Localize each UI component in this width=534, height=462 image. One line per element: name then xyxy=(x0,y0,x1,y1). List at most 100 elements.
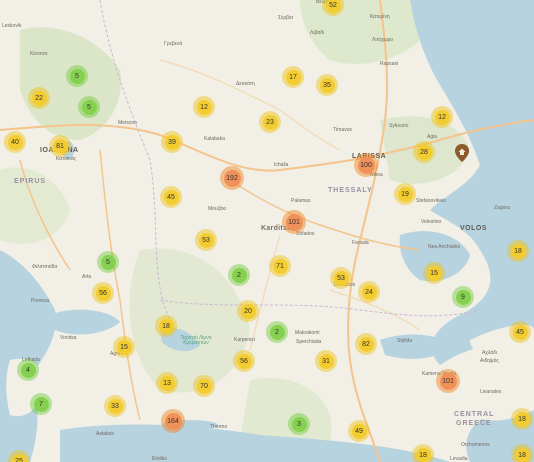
cluster-marker[interactable]: 4 xyxy=(17,359,39,381)
cluster-marker[interactable]: 5 xyxy=(66,65,88,87)
cluster-count: 45 xyxy=(163,189,179,205)
cluster-marker[interactable]: 9 xyxy=(452,286,474,308)
cluster-count: 5 xyxy=(81,99,97,115)
cluster-count: 101 xyxy=(285,213,303,231)
place-label: Leskovik xyxy=(2,23,22,29)
region-label: THESSALY xyxy=(328,187,373,194)
city-label: VOLOS xyxy=(460,225,488,232)
place-label: Αιδηψός xyxy=(480,358,499,364)
cluster-marker[interactable]: 2 xyxy=(228,264,250,286)
cluster-count: 15 xyxy=(426,265,442,281)
cluster-marker[interactable]: 82 xyxy=(355,333,377,355)
place-label: Δεσκάτη xyxy=(236,81,255,87)
cluster-marker[interactable]: 18 xyxy=(507,240,529,262)
cluster-count: 4 xyxy=(20,362,36,378)
region-label: EPIRUS xyxy=(14,178,47,185)
cluster-marker[interactable]: 20 xyxy=(237,300,259,322)
cluster-marker[interactable]: 71 xyxy=(269,255,291,277)
place-label: Stylida xyxy=(397,338,413,344)
cluster-marker[interactable]: 101 xyxy=(436,369,460,393)
cluster-count: 70 xyxy=(196,378,212,394)
cluster-marker[interactable]: 40 xyxy=(4,131,26,153)
cluster-count: 31 xyxy=(318,353,334,369)
place-label: Sykourio xyxy=(389,123,409,129)
cluster-marker[interactable]: 35 xyxy=(316,74,338,96)
cluster-marker[interactable]: 33 xyxy=(104,395,126,417)
place-label: Thermo xyxy=(210,424,228,430)
cluster-marker[interactable]: 31 xyxy=(315,350,337,372)
cluster-count: 5 xyxy=(69,68,85,84)
cluster-count: 18 xyxy=(510,243,526,259)
cluster-count: 2 xyxy=(231,267,247,283)
cluster-marker[interactable]: 13 xyxy=(156,372,178,394)
place-label: Vonitsa xyxy=(60,335,77,341)
place-label: Φιλιππιάδα xyxy=(32,264,58,270)
place-label: Makrakomi xyxy=(295,330,320,336)
cluster-marker[interactable]: 70 xyxy=(193,375,215,397)
place-label: Palamas xyxy=(291,198,311,204)
cluster-marker[interactable]: 24 xyxy=(358,281,380,303)
cluster-marker[interactable]: 100 xyxy=(354,153,378,177)
cluster-marker[interactable]: 18 xyxy=(511,444,533,462)
place-label: Γρεβενά xyxy=(164,41,183,47)
cluster-count: 82 xyxy=(358,336,374,352)
cluster-count: 12 xyxy=(196,99,212,115)
place-label: Σέρβια xyxy=(278,15,294,21)
cluster-marker[interactable]: 53 xyxy=(330,267,352,289)
cluster-marker[interactable]: 15 xyxy=(423,262,445,284)
place-label: Κατερίνη xyxy=(370,14,390,20)
cluster-count: 22 xyxy=(31,90,47,106)
cluster-count: 24 xyxy=(361,284,377,300)
cluster-marker[interactable]: 7 xyxy=(30,393,52,415)
cluster-marker[interactable]: 49 xyxy=(348,420,370,442)
cluster-marker[interactable]: 56 xyxy=(92,282,114,304)
cluster-marker[interactable]: 5 xyxy=(97,251,119,273)
place-label: Stefanovikeio xyxy=(416,198,447,204)
cluster-count: 18 xyxy=(415,447,431,462)
cluster-marker[interactable]: 22 xyxy=(28,87,50,109)
cluster-marker[interactable]: 5 xyxy=(78,96,100,118)
cluster-marker[interactable]: 18 xyxy=(155,315,177,337)
cluster-marker[interactable]: 19 xyxy=(394,183,416,205)
cluster-marker[interactable]: 2 xyxy=(266,321,288,343)
cluster-count: 28 xyxy=(416,144,432,160)
place-label: Metsovo xyxy=(118,120,137,126)
cluster-count: 56 xyxy=(95,285,111,301)
cluster-marker[interactable]: 17 xyxy=(282,66,304,88)
cluster-marker[interactable]: 12 xyxy=(193,96,215,118)
map-canvas[interactable]: Βελβεντός Leskovik Κόνιτσα Γρεβενά Σέρβι… xyxy=(0,0,534,462)
cluster-marker[interactable]: 56 xyxy=(233,350,255,372)
cluster-marker[interactable]: 39 xyxy=(161,131,183,153)
cluster-marker[interactable]: 81 xyxy=(49,135,71,157)
place-label: Κόνιτσα xyxy=(30,51,48,57)
cluster-marker[interactable]: 164 xyxy=(161,409,185,433)
cluster-count: 18 xyxy=(158,318,174,334)
cluster-marker[interactable]: 23 xyxy=(259,111,281,133)
cluster-count: 101 xyxy=(439,372,457,390)
cluster-marker[interactable]: 18 xyxy=(412,444,434,462)
cluster-count: 56 xyxy=(236,353,252,369)
cluster-count: 20 xyxy=(240,303,256,319)
cluster-marker[interactable]: 53 xyxy=(195,229,217,251)
cluster-marker[interactable]: 192 xyxy=(220,166,244,190)
cluster-marker[interactable]: 28 xyxy=(413,141,435,163)
cluster-count: 9 xyxy=(455,289,471,305)
cluster-count: 71 xyxy=(272,258,288,274)
cluster-marker[interactable]: 45 xyxy=(509,321,531,343)
place-label: Agia xyxy=(427,134,438,140)
cluster-marker[interactable]: 12 xyxy=(431,106,453,128)
cluster-count: 52 xyxy=(325,0,341,13)
cluster-count: 81 xyxy=(52,138,68,154)
cluster-marker[interactable]: 45 xyxy=(160,186,182,208)
cluster-count: 49 xyxy=(351,423,367,439)
cluster-count: 53 xyxy=(198,232,214,248)
cluster-marker[interactable]: 101 xyxy=(282,210,306,234)
place-label: Zagora xyxy=(494,205,510,211)
cluster-count: 12 xyxy=(434,109,450,125)
map-pin-icon[interactable] xyxy=(455,144,469,162)
cluster-marker[interactable]: 15 xyxy=(113,336,135,358)
cluster-count: 53 xyxy=(333,270,349,286)
cluster-marker[interactable]: 18 xyxy=(511,408,533,430)
cluster-marker[interactable]: 3 xyxy=(288,413,310,435)
cluster-count: 15 xyxy=(116,339,132,355)
